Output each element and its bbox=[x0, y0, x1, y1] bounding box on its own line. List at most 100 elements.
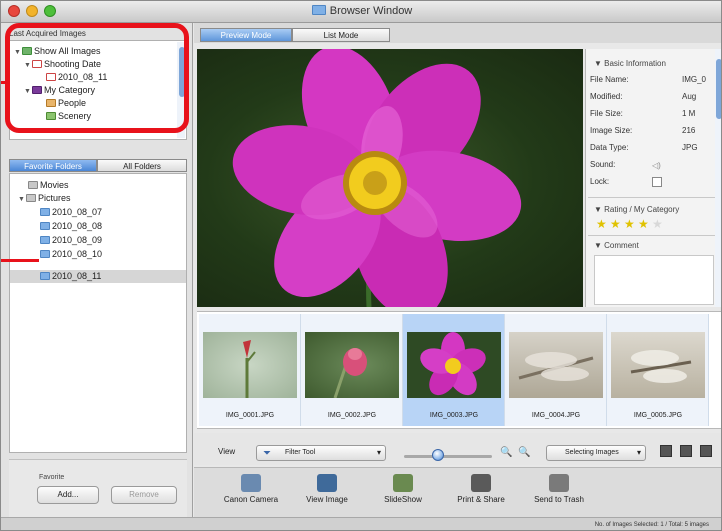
action-bar: Canon Camera View Image SlideShow Print … bbox=[194, 467, 721, 517]
tab-list-mode[interactable]: List Mode bbox=[292, 28, 390, 42]
tab-preview-mode[interactable]: Preview Mode bbox=[200, 28, 292, 42]
star-icon[interactable]: ★ bbox=[652, 217, 663, 231]
favorite-folders-tree: Movies ▼ Pictures 2010_08_07 2010_08_08 2… bbox=[9, 173, 187, 453]
window-title: Browser Window bbox=[329, 5, 413, 17]
view-layout-icon-3[interactable] bbox=[700, 445, 712, 457]
folder-label: 2010_08_07 bbox=[52, 207, 103, 217]
chevron-down-icon: ▾ bbox=[376, 448, 381, 457]
folder-label: 2010_08_10 bbox=[52, 249, 103, 259]
printer-icon bbox=[471, 474, 491, 492]
folder-icon bbox=[40, 236, 50, 244]
action-label: View Image bbox=[306, 495, 348, 504]
header-label: Basic Information bbox=[604, 59, 666, 68]
folder-label: Pictures bbox=[38, 193, 71, 203]
selecting-images-label: Selecting Images bbox=[565, 449, 619, 456]
info-label-file-name: File Name: bbox=[590, 75, 629, 84]
thumbnail-item-selected[interactable]: IMG_0003.JPG bbox=[403, 314, 505, 426]
thumbnail-name: IMG_0002.JPG bbox=[327, 412, 377, 419]
favorite-label: Favorite bbox=[39, 474, 65, 481]
folder-item-pictures[interactable]: ▼ Pictures bbox=[18, 192, 71, 204]
folder-label: 2010_08_08 bbox=[52, 221, 103, 231]
filter-tool-dropdown[interactable]: ⏷ Filter Tool ▾ bbox=[256, 445, 386, 461]
movies-folder-icon bbox=[28, 181, 38, 189]
folder-icon bbox=[40, 208, 50, 216]
folder-item-2010-08-11[interactable]: 2010_08_11 bbox=[40, 270, 101, 282]
thumbnail-art bbox=[518, 352, 594, 381]
action-label: Print & Share bbox=[457, 495, 505, 504]
thumbnail-name: IMG_0005.JPG bbox=[633, 412, 683, 419]
tab-favorite-folders[interactable]: Favorite Folders bbox=[9, 159, 97, 172]
info-label-sound: Sound: bbox=[590, 160, 616, 169]
remove-favorite-button[interactable]: Remove bbox=[111, 486, 177, 504]
folder-label: Movies bbox=[40, 180, 69, 190]
view-layout-icon-2[interactable] bbox=[680, 445, 692, 457]
view-label: View bbox=[218, 447, 236, 456]
info-value-file-name: IMG_0 bbox=[682, 75, 707, 84]
disclosure-triangle-icon[interactable]: ▼ bbox=[594, 241, 604, 250]
folder-item-2010-08-10[interactable]: 2010_08_10 bbox=[40, 248, 102, 260]
star-icon[interactable]: ★ bbox=[624, 217, 635, 231]
rating-category-header[interactable]: ▼ Rating / My Category bbox=[594, 205, 679, 214]
slideshow-icon bbox=[393, 474, 413, 492]
thumbnail-image bbox=[407, 332, 501, 398]
view-toolbar: View ⏷ Filter Tool ▾ 🔍 🔍 Selecting Image… bbox=[194, 433, 721, 465]
zoom-out-icon[interactable]: 🔍 bbox=[500, 447, 512, 458]
browser-window: Browser Window Last Acquired Images ▼ Sho… bbox=[0, 0, 722, 531]
star-icon[interactable]: ★ bbox=[638, 217, 649, 231]
add-favorite-button[interactable]: Add... bbox=[37, 486, 99, 504]
view-image-button[interactable]: View Image bbox=[292, 474, 362, 504]
thumbnail-art bbox=[243, 340, 256, 398]
comment-field[interactable] bbox=[594, 255, 714, 305]
folder-item-2010-08-08[interactable]: 2010_08_08 bbox=[40, 220, 102, 232]
slider-knob[interactable] bbox=[432, 449, 444, 461]
info-value-modified: Aug bbox=[682, 92, 697, 101]
basic-information-header[interactable]: ▼ Basic Information bbox=[594, 59, 666, 68]
folder-item-2010-08-07[interactable]: 2010_08_07 bbox=[40, 206, 102, 218]
chevron-down-icon: ▾ bbox=[636, 448, 641, 457]
info-value-image-size: 216 bbox=[682, 126, 696, 135]
thumbnail-item[interactable]: IMG_0002.JPG bbox=[301, 314, 403, 426]
callout-line bbox=[1, 259, 39, 262]
view-layout-icon-1[interactable] bbox=[660, 445, 672, 457]
folder-icon bbox=[40, 222, 50, 230]
disclosure-triangle-icon[interactable]: ▼ bbox=[594, 59, 604, 68]
thumbnail-item[interactable]: IMG_0001.JPG bbox=[199, 314, 301, 426]
thumbnail-size-slider[interactable] bbox=[404, 455, 492, 458]
tab-all-folders[interactable]: All Folders bbox=[97, 159, 187, 172]
disclosure-triangle-icon[interactable]: ▼ bbox=[18, 194, 26, 206]
comment-header[interactable]: ▼ Comment bbox=[594, 241, 639, 250]
folder-icon bbox=[40, 272, 50, 280]
slideshow-button[interactable]: SlideShow bbox=[368, 474, 438, 504]
info-label-image-size: Image Size: bbox=[590, 126, 633, 135]
speaker-icon[interactable]: ◁) bbox=[652, 161, 661, 170]
folder-label: 2010_08_09 bbox=[52, 235, 103, 245]
lock-checkbox[interactable] bbox=[652, 177, 662, 187]
canon-camera-button[interactable]: Canon Camera bbox=[216, 474, 286, 504]
thumbnail-image bbox=[203, 332, 297, 398]
cosmos-flower-image bbox=[232, 49, 522, 307]
folder-label: 2010_08_11 bbox=[52, 271, 102, 281]
thumbnail-item[interactable]: IMG_0004.JPG bbox=[505, 314, 607, 426]
thumbnail-image bbox=[305, 332, 399, 398]
print-share-button[interactable]: Print & Share bbox=[446, 474, 516, 504]
send-to-trash-button[interactable]: Send to Trash bbox=[524, 474, 594, 504]
star-icon[interactable]: ★ bbox=[610, 217, 621, 231]
thumbnail-name: IMG_0004.JPG bbox=[531, 412, 581, 419]
disclosure-triangle-icon[interactable]: ▼ bbox=[594, 205, 604, 214]
preview-image[interactable] bbox=[197, 49, 583, 307]
image-icon bbox=[317, 474, 337, 492]
zoom-in-icon[interactable]: 🔍 bbox=[518, 447, 530, 458]
thumbnail-item[interactable]: IMG_0005.JPG bbox=[607, 314, 709, 426]
info-scrollbar-thumb[interactable] bbox=[716, 59, 721, 119]
folder-item-2010-08-09[interactable]: 2010_08_09 bbox=[40, 234, 102, 246]
status-bar: No. of Images Selected: 1 / Total: 5 ima… bbox=[1, 517, 721, 530]
camera-icon bbox=[241, 474, 261, 492]
info-label-lock: Lock: bbox=[590, 177, 610, 186]
filter-label: Filter Tool bbox=[285, 449, 316, 456]
selecting-images-dropdown[interactable]: Selecting Images ▾ bbox=[546, 445, 646, 461]
thumbnail-image bbox=[509, 332, 603, 398]
folder-item-movies[interactable]: Movies bbox=[28, 179, 69, 191]
info-value-data-type: JPG bbox=[682, 143, 698, 152]
thumbnail-strip: IMG_0001.JPG IMG_0002.JPG IMG_0003.JPG I… bbox=[197, 311, 721, 429]
star-icon[interactable]: ★ bbox=[596, 217, 607, 231]
